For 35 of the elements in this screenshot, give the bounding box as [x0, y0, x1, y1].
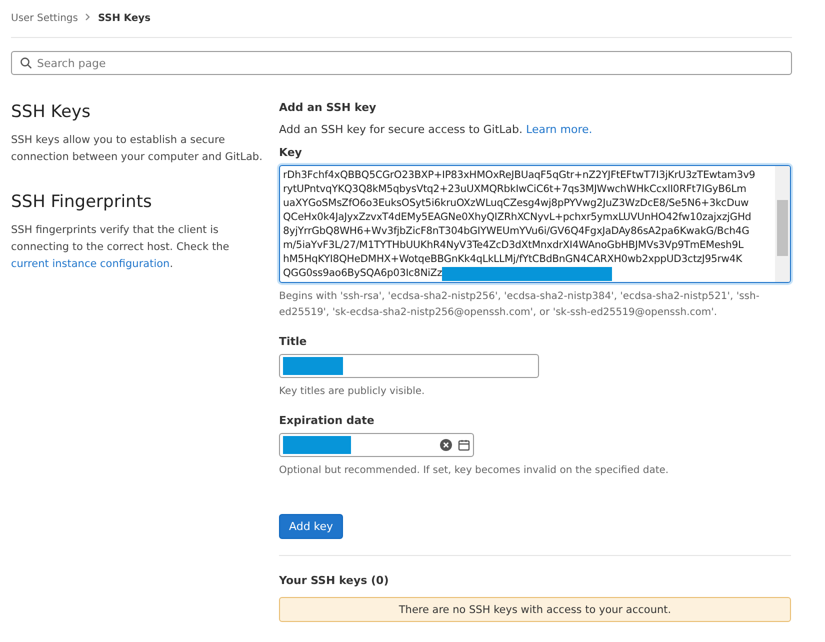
breadcrumb-link[interactable]: User Settings [11, 13, 78, 24]
keys-heading: Your SSH keys (0) [279, 574, 390, 587]
key-text-line: hM5HqKYI8QHeDMHX+WotqeBBGnKk4qLkLLMj/fYtCBdBnGN4CARXH0wb2xppUD3ctzJ95rw4K [283, 253, 742, 267]
key-text-line: QGG0ss9ao6BySQA6p03Ic8NiZz [283, 267, 442, 281]
help-text: Optional but recommended. If set, key becomes invalid on the specified date. [279, 464, 670, 478]
search-field[interactable]: Search page [11, 51, 792, 75]
breadcrumb-link[interactable]: SSH Keys [98, 13, 151, 24]
date-field[interactable] [279, 433, 474, 457]
field-label: Expiration date [279, 414, 376, 427]
key-text-line: rytUPntvqYKQ3Q8kM5qbysVtq2+23uUXMQRbkIwCiC6t+7qs3MJWwchWHkCcxlI0RFt7IGyB6Lm [283, 183, 746, 197]
search-icon [20, 57, 32, 69]
key-text-line: m/5iaYvF3L/27/M1TYTHbUUKhR4NyV3Te4ZcD3dXtMnxdrXI4WAnoGbHBJMVs3Vp9TmEMesh9L [283, 239, 744, 253]
section-description: SSH keys allow you to establish a secure connection between your computer and GitLab. [11, 133, 264, 165]
section-description: SSH fingerprints verify that the client is connecting to the correct host. Check the current instance configuration. [11, 223, 230, 272]
section-heading: SSH Fingerprints [11, 192, 153, 212]
configuration-link[interactable]: current instance configuration [11, 258, 170, 270]
empty-alert: There are no SSH keys with access to your account. [279, 597, 791, 622]
scrollbar[interactable] [775, 166, 790, 282]
help-text: Key titles are publicly visible. [279, 385, 426, 399]
calendar-icon[interactable] [458, 439, 470, 451]
field-label: Key [279, 146, 303, 159]
add-key-button[interactable]: Add key [279, 514, 344, 539]
learn-more-link[interactable]: Learn more. [526, 123, 592, 136]
key-text-line: rDh3Fchf4xQBBQ5CGrO23BXP+IP83xHMOxReJBUaqF5qGtr+nZ2YJFtEFtwT7I3jKrU3zTEwtam3v9 [283, 169, 756, 183]
help-text: Begins with 'ssh-rsa', 'ecdsa-sha2-nistp256', 'ecdsa-sha2-nistp384', 'ecdsa-sha2-nistp521', 'ssh-ed25519', 'sk-ecdsa-sha2-nistp256@openssh.com', or 'sk-ssh-ed25519@openssh.com'. [279, 290, 760, 320]
section-heading: SSH Keys [11, 102, 92, 122]
key-textarea[interactable] [279, 165, 791, 283]
clear-icon[interactable] [440, 439, 452, 451]
form-intro: Add an SSH key for secure access to GitLab. Learn more. [279, 123, 594, 136]
form-heading: Add an SSH key [279, 101, 378, 114]
key-text-line: QCeHx0k4JaJyxZzvxT4dEMy5EAGNe0XhyQIZRhXCNyvL+pchxr5ymxLUVUnHO42fw10zajxzjGHd [283, 211, 752, 225]
key-text-line: uaXYGoSMsZfO6o3EuksOSyt5i6kruOXzWLuqCZesg4wj8pPYVwg2JuZ3WzDcE8/Se5N6+3kcDuw [283, 197, 749, 211]
field-label: Title [279, 335, 308, 348]
title-field[interactable] [279, 354, 539, 378]
key-text-line: 8yjYrrGbQ8WH6+Wv3fjbZicF8nT304bGIYWEUmYVu6i/GV6Q4FgxJaDAy86sA2pa6KwakG/Bch4G [283, 225, 750, 239]
